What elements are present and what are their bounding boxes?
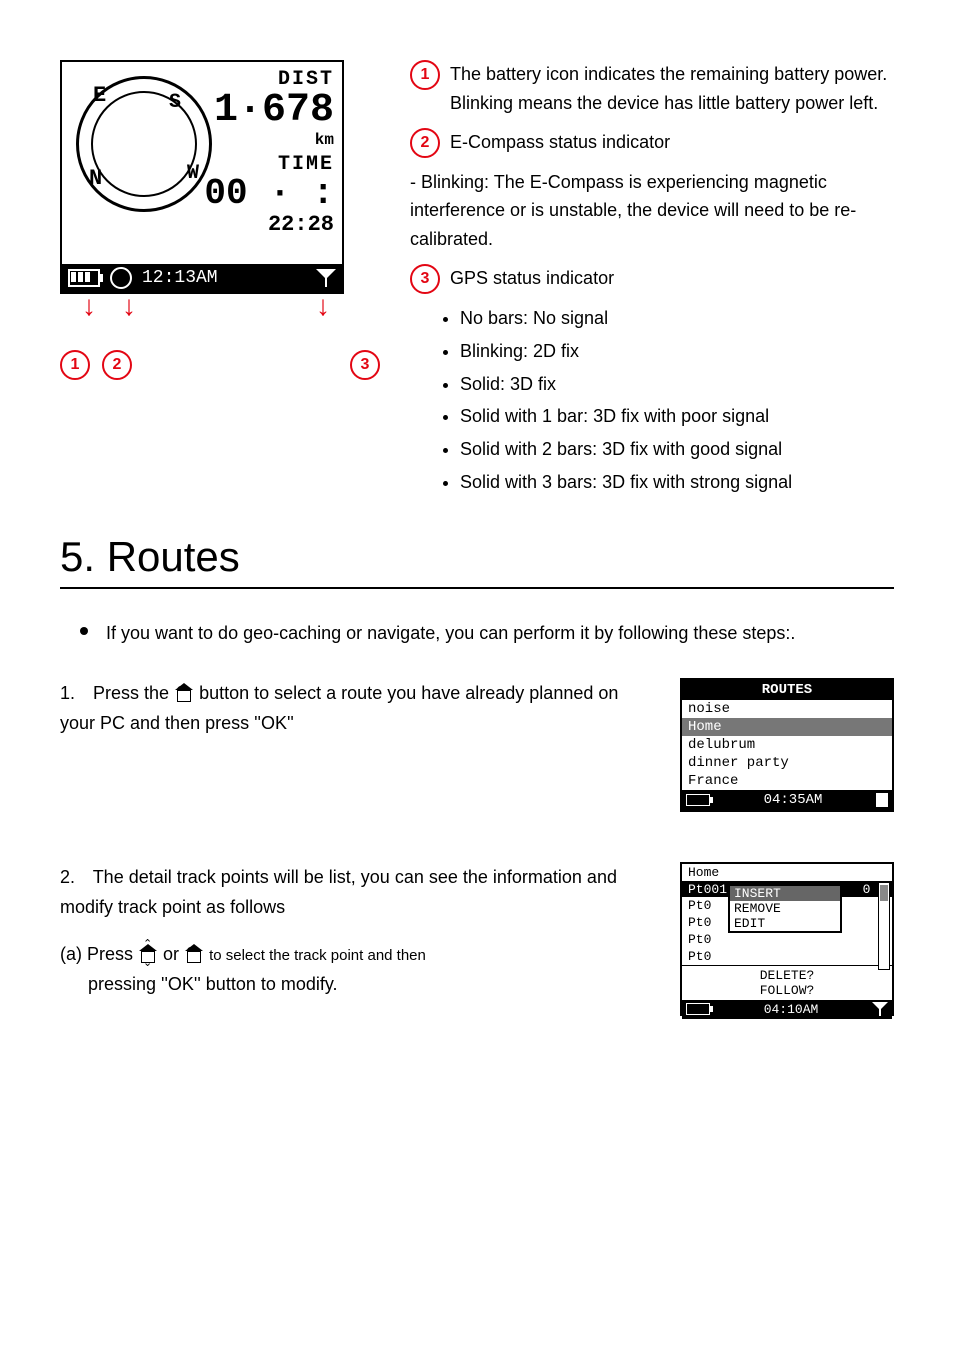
desc-text-1: The battery icon indicates the remaining… (450, 60, 894, 118)
compass-w: W (187, 162, 199, 185)
popup-insert: INSERT (730, 886, 840, 901)
clock-text: 12:13AM (142, 268, 218, 288)
battery-icon (68, 269, 100, 287)
detail-screen: Home Pt001 : 0 m Pt0 Pt0 Pt0 Pt0 INSERT … (680, 862, 894, 1016)
bullet-2: Blinking: 2D fix (460, 337, 894, 366)
callout-2: 2 (102, 350, 132, 380)
section-heading: 5. Routes (60, 533, 894, 589)
detail-side-3: Pt0 (682, 948, 892, 965)
mini-scrollbar (878, 882, 890, 970)
detail-prompt1: DELETE? (682, 968, 892, 983)
compass-s: S (169, 91, 181, 114)
page-button-icon: 〜 (174, 684, 194, 704)
detail-title: Home (682, 864, 892, 882)
routes-screen: ROUTES noise Home delubrum dinner party … (680, 678, 894, 812)
dist-value: 1·678 (204, 91, 334, 131)
step1-prefix: Press the (93, 683, 174, 703)
compass-e: E (93, 83, 106, 108)
desc-num-1: 1 (410, 60, 440, 90)
route-row-0: noise (682, 700, 892, 718)
bullet-5: Solid with 2 bars: 3D fix with good sign… (460, 435, 894, 464)
step2a-mid: or (163, 944, 184, 964)
route-row-2: delubrum (682, 736, 892, 754)
popup-edit: EDIT (730, 916, 840, 931)
step2a-line2: pressing ''OK'' button to modify. (60, 969, 650, 1000)
step2-text: The detail track points will be list, yo… (60, 867, 617, 918)
desc-text-2: E-Compass status indicator (450, 128, 670, 157)
callout-1: 1 (60, 350, 90, 380)
mini-battery-icon (686, 794, 710, 806)
bullet-3: Solid: 3D fix (460, 370, 894, 399)
pointer-arrow-1: ↓ (82, 290, 96, 322)
pointer-arrow-2: ↓ (122, 290, 136, 322)
dist-unit: km (204, 131, 334, 149)
routes-footer: 04:35AM (682, 790, 892, 810)
routes-header: ROUTES (682, 680, 892, 700)
compass-n: N (89, 166, 102, 191)
compass-status-icon (110, 267, 132, 289)
detail-col-row: Pt001 (688, 882, 727, 897)
bullet-6: Solid with 3 bars: 3D fix with strong si… (460, 468, 894, 497)
bullet-1: No bars: No signal (460, 304, 894, 333)
gps-antenna-icon (316, 269, 336, 287)
lcd-status-bar: 12:13AM (62, 264, 342, 292)
desc-text-2b: - Blinking: The E-Compass is experiencin… (410, 168, 894, 254)
intro-text: If you want to do geo-caching or navigat… (106, 619, 795, 648)
detail-battery-icon (686, 1003, 710, 1015)
route-row-4: France (682, 772, 892, 790)
compass-dial: N E S W (76, 76, 212, 212)
time-big: 00 · : (204, 176, 334, 212)
updown-button-icon: ⌃ ⌄ (138, 945, 158, 965)
gps-status-list: No bars: No signal Blinking: 2D fix Soli… (410, 304, 894, 497)
detail-footer: 04:10AM (682, 1000, 892, 1019)
desc-num-3: 3 (410, 264, 440, 294)
pointer-arrow-3: ↓ (316, 290, 330, 322)
step1-num: 1. (60, 678, 88, 709)
detail-antenna-icon (872, 1002, 888, 1016)
lcd-main: N E S W DIST 1·678 km TIME 00 · : 22:28 … (60, 60, 344, 294)
context-popup: INSERT REMOVE EDIT (728, 884, 842, 933)
device-screenshot: N E S W DIST 1·678 km TIME 00 · : 22:28 … (60, 60, 380, 503)
page-button-icon-2: 〜 (184, 945, 204, 965)
popup-remove: REMOVE (730, 901, 840, 916)
time-small: 22:28 (204, 212, 334, 237)
detail-time: 04:10AM (764, 1002, 819, 1017)
bullet-4: Solid with 1 bar: 3D fix with poor signa… (460, 402, 894, 431)
detail-side-2: Pt0 (682, 931, 892, 948)
step2a-label: (a) Press (60, 944, 138, 964)
step2a-suffix: to select the track point and then (209, 947, 426, 964)
detail-prompt2: FOLLOW? (682, 983, 892, 998)
desc-num-2: 2 (410, 128, 440, 158)
callout-3: 3 (350, 350, 380, 380)
mini-scroll-thumb (880, 885, 888, 901)
mini-scroll-indicator (876, 793, 888, 807)
bullet-icon (80, 627, 88, 635)
route-row-3: dinner party (682, 754, 892, 772)
desc-text-3: GPS status indicator (450, 264, 614, 293)
routes-time: 04:35AM (764, 792, 823, 808)
step2-num: 2. (60, 862, 88, 893)
route-row-1: Home (682, 718, 892, 736)
